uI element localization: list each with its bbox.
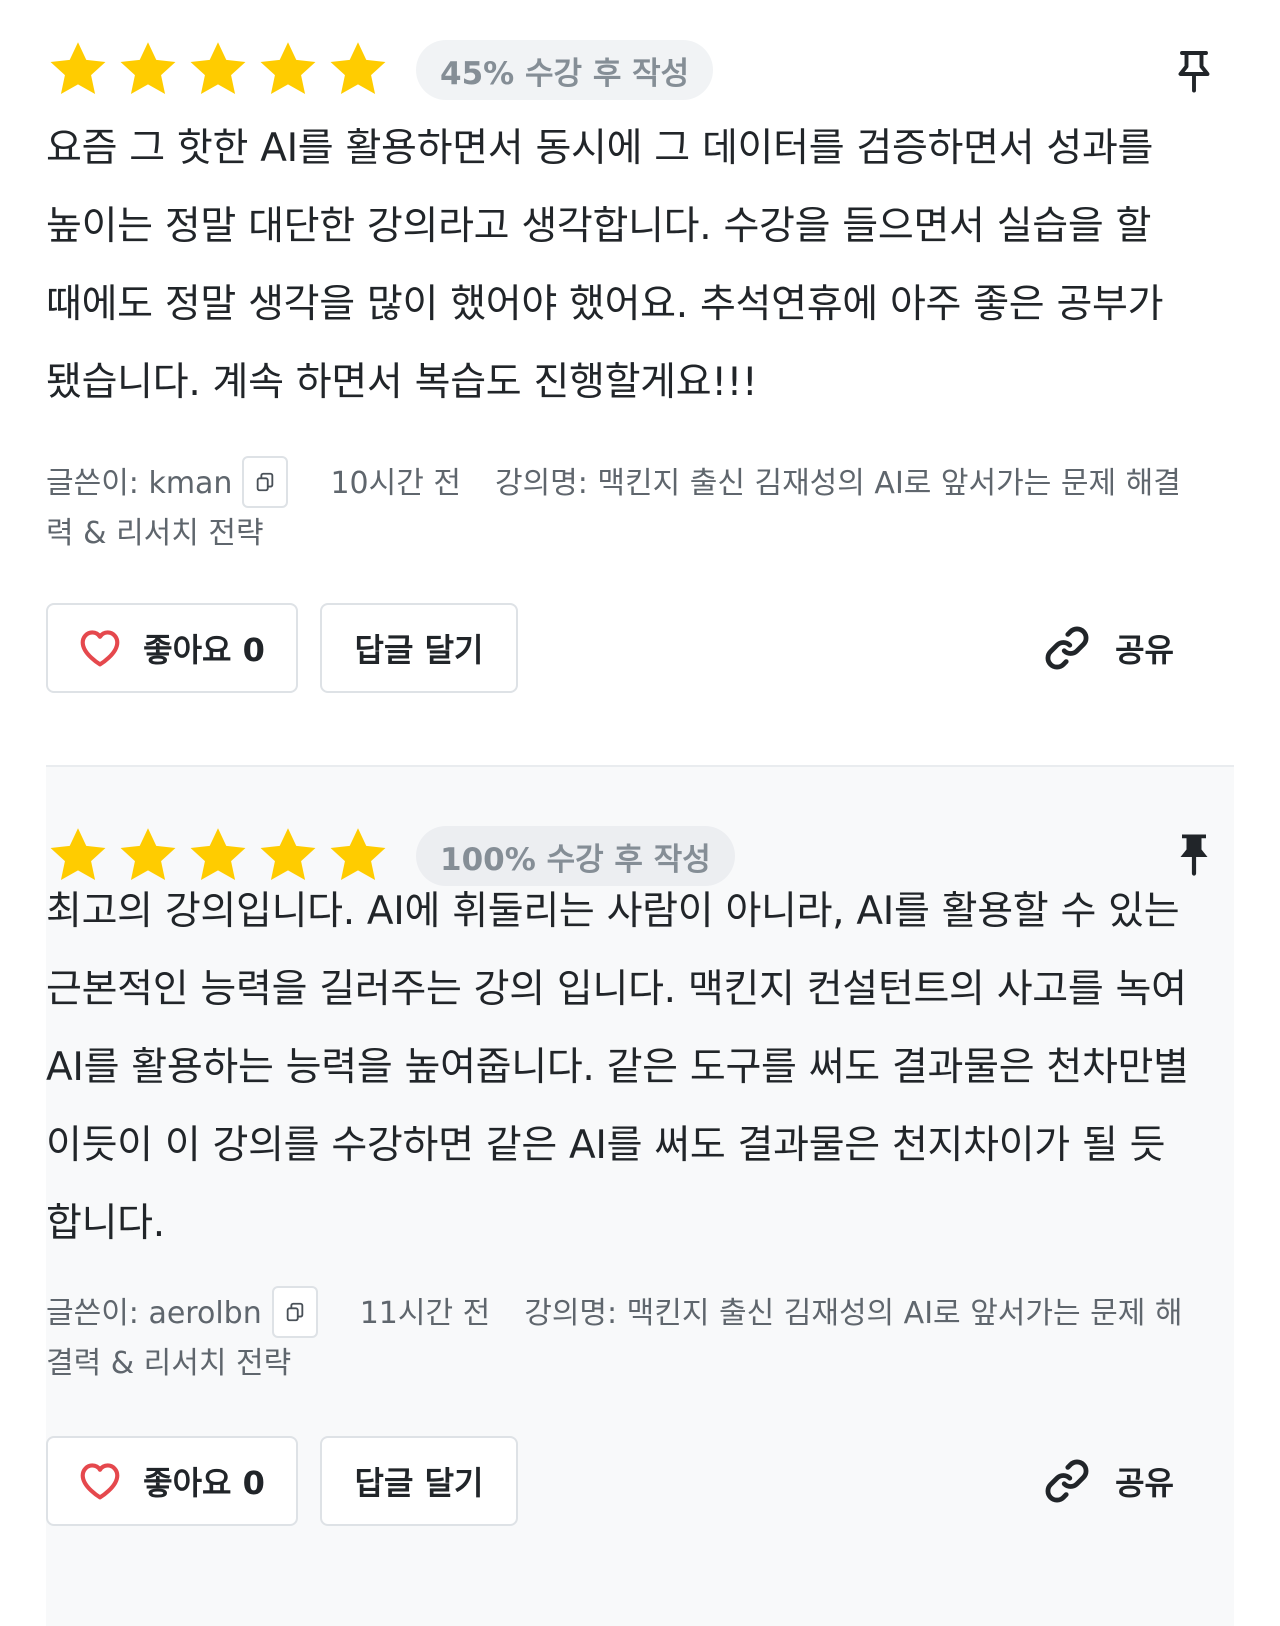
review-actions: 좋아요 0 답글 달기 공유 xyxy=(46,1436,1196,1526)
reply-button[interactable]: 답글 달기 xyxy=(320,1436,518,1526)
review-body: 요즘 그 핫한 AI를 활용하면서 동시에 그 데이터를 검증하면서 성과를 높… xyxy=(46,126,1164,405)
star-icon xyxy=(50,42,106,94)
share-button[interactable]: 공유 xyxy=(1043,1436,1174,1526)
review-header: 45% 수강 후 작성 xyxy=(46,38,714,102)
review-meta: 글쓴이: kman 10시간 전 강의명: 맥킨지 출신 김재성의 AI로 앞서가는… xyxy=(46,455,1196,559)
review-list: 45% 수강 후 작성 요즘 그 핫한 AI를 활용하면서 동시에 그 데이터를… xyxy=(0,0,1280,1626)
star-rating xyxy=(46,38,390,102)
share-label: 공유 xyxy=(1115,631,1174,669)
link-icon xyxy=(1045,626,1089,670)
like-button[interactable]: 좋아요 0 xyxy=(46,1436,298,1526)
star-icon xyxy=(330,42,386,94)
pin-filled-icon[interactable] xyxy=(1176,831,1212,877)
share-label: 공유 xyxy=(1115,1464,1174,1502)
copy-author-button[interactable] xyxy=(271,1285,318,1338)
reply-label: 답글 달기 xyxy=(354,1464,484,1502)
like-label: 좋아요 0 xyxy=(143,1464,265,1502)
review-card: 100% 수강 후 작성 최고의 강의입니다. AI에 휘둘리는 사람이 아니라… xyxy=(46,767,1234,1626)
reply-label: 답글 달기 xyxy=(354,631,484,669)
copy-icon xyxy=(286,1302,303,1321)
heart-icon xyxy=(80,630,120,667)
like-button[interactable]: 좋아요 0 xyxy=(46,603,298,693)
author-label: 글쓴이: aerolbn xyxy=(46,1296,262,1331)
review-card: 45% 수강 후 작성 요즘 그 핫한 AI를 활용하면서 동시에 그 데이터를… xyxy=(46,0,1234,765)
star-icon xyxy=(190,42,246,94)
review-meta: 글쓴이: aerolbn 11시간 전 강의명: 맥킨지 출신 김재성의 AI로 앞… xyxy=(46,1285,1196,1389)
progress-badge: 45% 수강 후 작성 xyxy=(416,40,714,100)
like-label: 좋아요 0 xyxy=(143,631,265,669)
reply-button[interactable]: 답글 달기 xyxy=(320,603,518,693)
review-actions: 좋아요 0 답글 달기 공유 xyxy=(46,603,1196,693)
star-icon xyxy=(120,42,176,94)
share-button[interactable]: 공유 xyxy=(1043,603,1174,693)
author-label: 글쓴이: kman xyxy=(46,466,233,501)
copy-author-button[interactable] xyxy=(242,455,289,508)
heart-icon xyxy=(80,1463,120,1500)
pin-outline-icon[interactable] xyxy=(1176,48,1212,94)
review-time: 10시간 전 xyxy=(330,466,461,501)
review-time: 11시간 전 xyxy=(359,1296,491,1331)
star-icon xyxy=(260,42,316,94)
review-body: 최고의 강의입니다. AI에 휘둘리는 사람이 아니라, AI를 활용할 수 있… xyxy=(46,889,1189,1246)
link-icon xyxy=(1045,1459,1089,1503)
copy-icon xyxy=(257,472,274,491)
